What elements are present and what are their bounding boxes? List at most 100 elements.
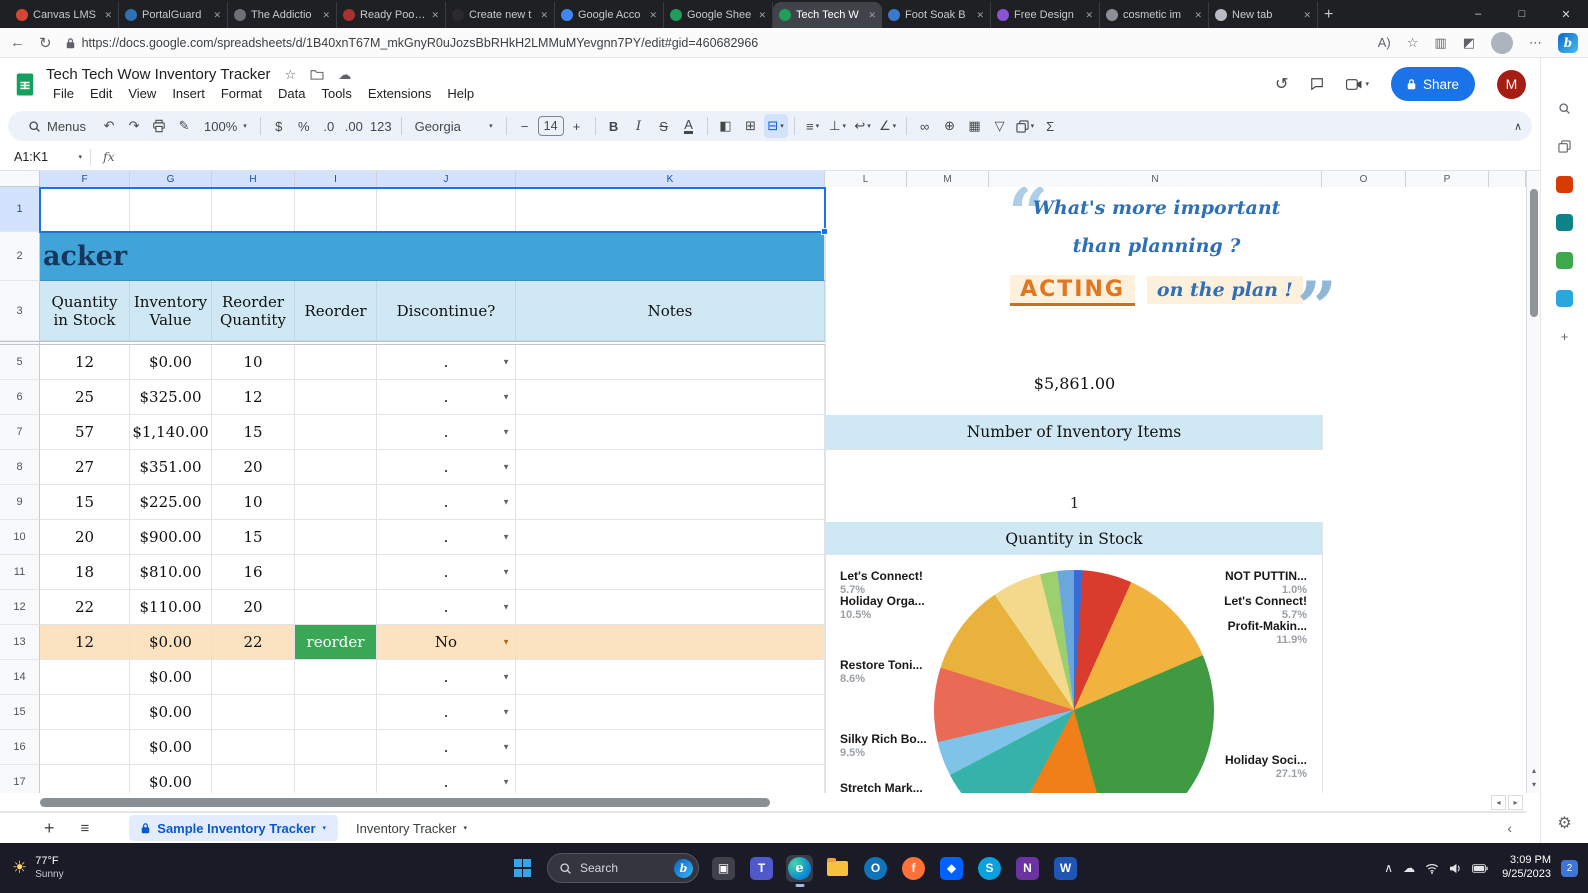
sidebar-settings-icon[interactable]: ⚙	[1541, 813, 1588, 833]
discontinue-cell[interactable]: . ▼	[377, 485, 516, 520]
reorder-cell[interactable]	[295, 555, 377, 590]
side-panel-collapse-icon[interactable]: ‹	[1507, 820, 1512, 836]
back-icon[interactable]: ←	[10, 34, 25, 51]
browser-tab[interactable]: Create new t ✕	[446, 2, 555, 28]
dropdown-caret-icon[interactable]: ▼	[502, 638, 510, 647]
qty-in-stock-cell[interactable]	[40, 695, 130, 730]
notes-cell[interactable]	[516, 415, 825, 450]
column-header-P[interactable]: P	[1406, 171, 1489, 187]
notes-cell[interactable]	[516, 590, 825, 625]
row-header[interactable]: 13	[0, 625, 40, 660]
more-menu-icon[interactable]: ⋯	[1529, 35, 1542, 51]
collapse-toolbar-icon[interactable]: ∧	[1514, 120, 1522, 133]
column-header-I[interactable]: I	[295, 171, 377, 187]
notes-cell[interactable]	[516, 765, 825, 793]
new-tab-button[interactable]: +	[1324, 6, 1333, 24]
inventory-value-cell[interactable]: $0.00	[130, 765, 212, 793]
menus-button[interactable]: Menus	[18, 114, 96, 138]
header-cell[interactable]: Notes	[516, 281, 825, 341]
read-aloud-icon[interactable]: A)	[1378, 35, 1391, 50]
row-header[interactable]: 8	[0, 450, 40, 485]
reorder-cell[interactable]	[295, 590, 377, 625]
reorder-qty-cell[interactable]	[212, 187, 295, 232]
column-header-L[interactable]: L	[825, 171, 907, 187]
maximize-button[interactable]: □	[1500, 0, 1544, 28]
discontinue-cell[interactable]: . ▼	[377, 450, 516, 485]
taskbar-clock[interactable]: 3:09 PM 9/25/2023	[1502, 854, 1551, 882]
minimize-button[interactable]: –	[1456, 0, 1500, 28]
reorder-qty-cell[interactable]: 15	[212, 520, 295, 555]
vertical-scrollbar[interactable]: ▴ ▾	[1526, 171, 1540, 793]
comment-history-icon[interactable]	[1310, 77, 1324, 91]
reorder-cell[interactable]	[295, 485, 377, 520]
tab-close-icon[interactable]: ✕	[1303, 10, 1311, 21]
tab-close-icon[interactable]: ✕	[104, 10, 112, 21]
qty-in-stock-cell[interactable]	[40, 660, 130, 695]
insert-chart-icon[interactable]: ▦	[963, 114, 987, 138]
tab-close-icon[interactable]: ✕	[540, 10, 548, 21]
reorder-cell[interactable]	[295, 765, 377, 793]
inventory-value-cell[interactable]: $110.00	[130, 590, 212, 625]
horizontal-scrollbar[interactable]: ◂ ▸	[0, 793, 1526, 812]
row-header[interactable]: 2	[0, 232, 40, 281]
print-icon[interactable]	[147, 114, 171, 138]
dropdown-caret-icon[interactable]: ▼	[502, 463, 510, 472]
scroll-up-icon[interactable]: ▴	[1527, 763, 1541, 777]
tab-close-icon[interactable]: ✕	[322, 10, 330, 21]
row-header[interactable]: 5	[0, 345, 40, 380]
start-button[interactable]	[509, 855, 536, 882]
decrease-decimal-icon[interactable]: .0	[317, 114, 341, 138]
tab-close-icon[interactable]: ✕	[868, 10, 876, 21]
tab-close-icon[interactable]: ✕	[758, 10, 766, 21]
notes-cell[interactable]	[516, 187, 825, 232]
font-select[interactable]: Georgia ▾	[408, 114, 500, 138]
increase-decimal-icon[interactable]: .00	[342, 114, 366, 138]
all-sheets-icon[interactable]: ≡	[81, 820, 90, 837]
insert-link-icon[interactable]: ∞	[913, 114, 937, 138]
fill-color-icon[interactable]: ◧	[714, 114, 738, 138]
share-button[interactable]: Share	[1390, 67, 1475, 101]
scroll-down-icon[interactable]: ▾	[1527, 777, 1541, 791]
reorder-qty-cell[interactable]: 10	[212, 485, 295, 520]
strikethrough-icon[interactable]: S	[652, 114, 676, 138]
scroll-right-icon[interactable]: ▸	[1508, 795, 1523, 810]
menu-tools[interactable]: Tools	[314, 85, 358, 102]
merge-cells-icon[interactable]: ⊟ ▾	[763, 114, 788, 138]
qty-in-stock-cell[interactable]: 20	[40, 520, 130, 555]
tray-chevron-icon[interactable]: ∧	[1384, 861, 1393, 875]
browser-tab[interactable]: Google Shee ✕	[664, 2, 773, 28]
split-screen-icon[interactable]: ▥	[1434, 35, 1446, 51]
column-header-J[interactable]: J	[377, 171, 516, 187]
app-icon-edge[interactable]: e	[786, 854, 813, 882]
paint-format-icon[interactable]: ✎	[172, 114, 196, 138]
browser-tab[interactable]: PortalGuard ✕	[119, 2, 228, 28]
sheets-logo-icon[interactable]	[14, 72, 36, 97]
qty-in-stock-cell[interactable]: 12	[40, 625, 130, 660]
app-icon-dropbox[interactable]: ◆	[938, 855, 965, 882]
column-header-O[interactable]: O	[1322, 171, 1406, 187]
select-all-corner[interactable]	[0, 171, 40, 186]
app-icon-skype[interactable]: S	[976, 855, 1003, 882]
qty-in-stock-cell[interactable]	[40, 765, 130, 793]
sheet-title-cell[interactable]: acker	[40, 232, 825, 281]
browser-tab[interactable]: cosmetic im ✕	[1100, 2, 1209, 28]
discontinue-cell[interactable]: . ▼	[377, 590, 516, 625]
name-box[interactable]: A1:K1 ▾	[0, 150, 90, 164]
sidebar-add-icon[interactable]: +	[1555, 326, 1575, 346]
app-icon-file-explorer[interactable]	[824, 855, 851, 882]
table-views-icon[interactable]: ▾	[1013, 114, 1038, 138]
menu-insert[interactable]: Insert	[165, 85, 212, 102]
weather-widget[interactable]: ☀ 77°F Sunny	[0, 855, 240, 880]
reorder-cell[interactable]	[295, 380, 377, 415]
inventory-value-cell[interactable]: $810.00	[130, 555, 212, 590]
favorites-icon[interactable]: ☆	[1407, 35, 1419, 51]
dropdown-caret-icon[interactable]: ▼	[502, 603, 510, 612]
dropdown-caret-icon[interactable]: ▼	[502, 778, 510, 787]
reorder-cell[interactable]	[295, 345, 377, 380]
tab-close-icon[interactable]: ✕	[213, 10, 221, 21]
reorder-cell[interactable]: reorder	[295, 625, 377, 660]
qty-in-stock-cell[interactable]: 15	[40, 485, 130, 520]
text-color-icon[interactable]: A	[677, 114, 701, 138]
row-header[interactable]: 12	[0, 590, 40, 625]
decrease-font-size-icon[interactable]: −	[513, 114, 537, 138]
